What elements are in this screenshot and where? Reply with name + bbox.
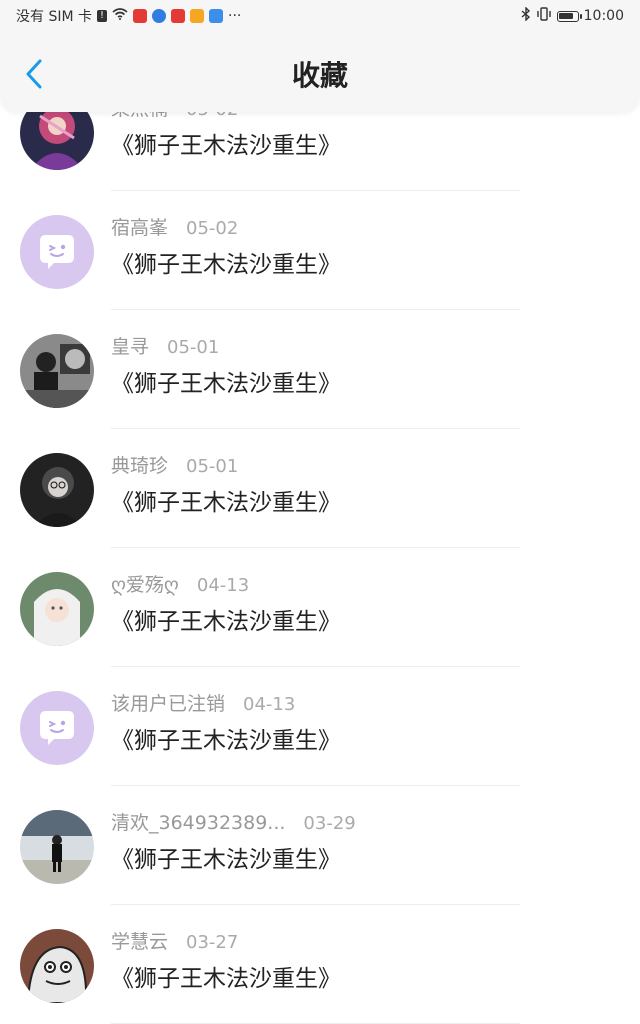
favorite-content-text[interactable]: 《狮子王木法沙重生》: [111, 721, 341, 755]
username[interactable]: ღ爱殇ღ: [111, 570, 179, 597]
carrier-text: 没有 SIM 卡: [16, 9, 92, 25]
battery-level: [559, 13, 573, 19]
avatar[interactable]: [20, 810, 94, 884]
date-label: 04-13: [196, 575, 250, 596]
username[interactable]: 宿高峯: [111, 213, 168, 240]
user-line: ღ爱殇ღ 04-13: [111, 570, 249, 597]
avatar[interactable]: [20, 929, 94, 1003]
vibrate-icon: [536, 7, 552, 25]
app-notification-icon: [152, 9, 166, 23]
list-item[interactable]: 皇寻 05-01 《狮子王木法沙重生》: [0, 310, 640, 429]
avatar[interactable]: [20, 691, 94, 765]
avatar[interactable]: [20, 572, 94, 646]
username[interactable]: 典琦珍: [111, 451, 168, 478]
list-item[interactable]: 典琦珍 05-01 《狮子王木法沙重生》: [0, 429, 640, 548]
more-notifications-indicator: ···: [228, 8, 242, 24]
username[interactable]: 该用户已注销: [111, 689, 225, 716]
favorite-content-text[interactable]: 《狮子王木法沙重生》: [111, 126, 341, 160]
avatar[interactable]: [20, 215, 94, 289]
favorite-content-text[interactable]: 《狮子王木法沙重生》: [111, 602, 341, 636]
battery-icon: [556, 10, 582, 22]
favorite-content-text[interactable]: 《狮子王木法沙重生》: [111, 959, 341, 993]
wifi-icon: [112, 8, 128, 24]
alert-icon: !: [97, 10, 107, 22]
avatar[interactable]: [20, 334, 94, 408]
status-bar: 没有 SIM 卡 ! ··· 10:00: [0, 0, 640, 32]
username[interactable]: 学慧云: [111, 927, 168, 954]
date-label: 03-29: [303, 813, 356, 834]
user-line: 宿高峯 05-02: [111, 213, 238, 240]
list-item[interactable]: 宿高峯 05-02 《狮子王木法沙重生》: [0, 191, 640, 310]
user-line: 学慧云 03-27: [111, 927, 238, 954]
page-title: 收藏: [291, 59, 348, 92]
list-item[interactable]: 该用户已注销 04-13 《狮子王木法沙重生》: [0, 667, 640, 786]
favorite-content-text[interactable]: 《狮子王木法沙重生》: [111, 840, 341, 874]
date-label: 05-01: [186, 456, 239, 477]
username[interactable]: 清欢_364932389...: [111, 808, 285, 835]
header: 收藏: [0, 32, 640, 112]
user-line: 皇寻 05-01: [111, 332, 219, 359]
favorite-content-text[interactable]: 《狮子王木法沙重生》: [111, 483, 341, 517]
list-item[interactable]: 学慧云 03-27 《狮子王木法沙重生》: [0, 905, 640, 1024]
favorites-list: 柴燕楠05-02《狮子王木法沙重生》宿高峯05-02《狮子王木法沙重生》皇寻05…: [0, 72, 640, 1024]
app-notification-icon: [133, 9, 147, 23]
favorite-content-text[interactable]: 《狮子王木法沙重生》: [111, 364, 341, 398]
username[interactable]: 皇寻: [111, 332, 149, 359]
status-bar-right: 10:00: [521, 6, 624, 25]
user-line: 典琦珍 05-01: [111, 451, 238, 478]
app-notification-icon: [171, 9, 185, 23]
date-label: 03-27: [186, 932, 239, 953]
status-bar-left: 没有 SIM 卡 ! ···: [16, 6, 241, 26]
list-item[interactable]: 清欢_364932389... 03-29 《狮子王木法沙重生》: [0, 786, 640, 905]
date-label: 04-13: [243, 694, 296, 715]
avatar[interactable]: [20, 453, 94, 527]
cloud-icon: [209, 9, 223, 23]
app-notification-icon: [190, 9, 204, 23]
user-line: 该用户已注销 04-13: [111, 689, 295, 716]
date-label: 05-02: [186, 218, 239, 239]
date-label: 05-01: [167, 337, 220, 358]
user-line: 清欢_364932389... 03-29: [111, 808, 356, 835]
list-item[interactable]: ღ爱殇ღ 04-13 《狮子王木法沙重生》: [0, 548, 640, 667]
bluetooth-icon: [521, 6, 531, 25]
clock: 10:00: [583, 8, 624, 24]
favorite-content-text[interactable]: 《狮子王木法沙重生》: [111, 245, 341, 279]
